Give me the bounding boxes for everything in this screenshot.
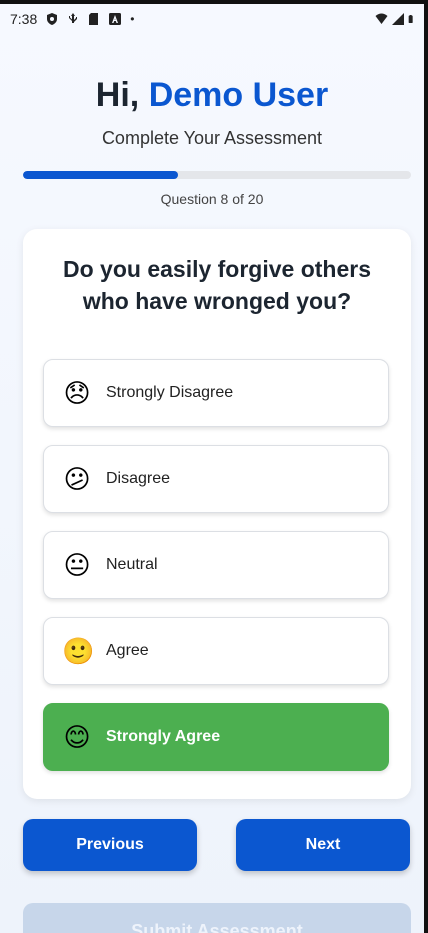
battery-icon <box>408 15 413 23</box>
previous-button[interactable]: Previous <box>23 819 197 871</box>
status-time: 7:38 <box>10 11 38 27</box>
a-box-icon <box>109 13 122 25</box>
option-disagree[interactable]: 😕 Disagree <box>43 445 389 513</box>
usb-icon <box>69 13 78 23</box>
confused-face-icon: 😕 <box>63 464 91 494</box>
slight-smile-icon: 🙂 <box>62 636 95 666</box>
status-dot: • <box>130 12 135 26</box>
option-agree[interactable]: 🙂 Agree <box>43 617 389 685</box>
user-name: Demo User <box>148 76 329 114</box>
smiling-face-icon: 😊 <box>63 722 91 752</box>
option-strongly-disagree[interactable]: 😞 Strongly Disagree <box>43 359 389 427</box>
progress-fill <box>23 171 179 179</box>
greeting-prefix: Hi, <box>95 76 140 114</box>
greeting-heading: Hi, Demo User <box>0 76 424 115</box>
next-button[interactable]: Next <box>236 819 410 871</box>
page-subtitle: Complete Your Assessment <box>101 128 323 148</box>
option-label: Strongly Agree <box>106 728 221 745</box>
sd-card-icon <box>89 13 99 25</box>
option-neutral[interactable]: 😐 Neutral <box>43 531 389 599</box>
app-screen: 7:38 • Hi, Demo User Complete Your Asses… <box>0 4 424 933</box>
question-counter: Question 8 of 20 <box>160 191 264 207</box>
wifi-icon <box>375 13 388 24</box>
option-label: Neutral <box>106 556 158 573</box>
option-label: Agree <box>106 642 149 659</box>
signal-icon <box>392 13 404 25</box>
status-bar: 7:38 • <box>0 4 424 34</box>
shield-icon <box>47 13 58 25</box>
option-label: Strongly Disagree <box>106 384 234 401</box>
question-text: Do you easily forgive others who have wr… <box>62 256 372 314</box>
question-card: Do you easily forgive others who have wr… <box>23 229 411 799</box>
option-label: Disagree <box>106 470 171 487</box>
option-strongly-agree[interactable]: 😊 Strongly Agree <box>43 703 389 771</box>
submit-assessment-button[interactable]: Submit Assessment <box>23 903 411 933</box>
neutral-face-icon: 😐 <box>63 550 91 580</box>
sad-face-icon: 😞 <box>63 378 91 408</box>
progress-bar <box>23 171 411 179</box>
